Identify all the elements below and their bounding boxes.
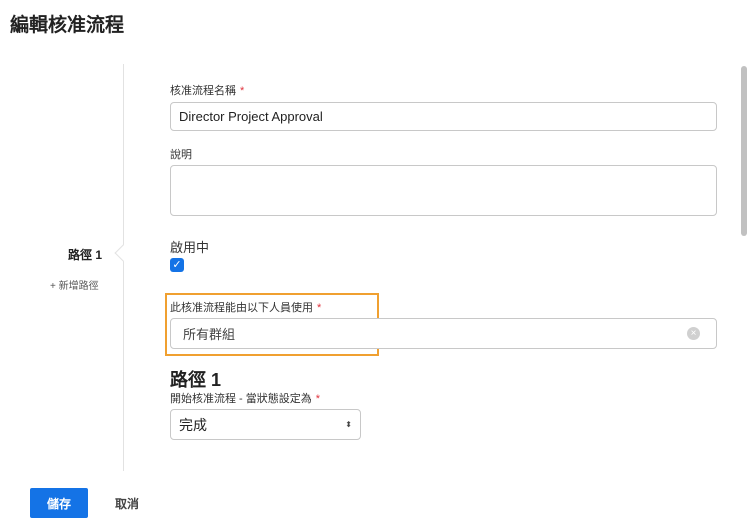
status-label-text: 開始核准流程 - 當狀態設定為 <box>170 393 312 405</box>
status-select[interactable]: 完成 ⬍ <box>170 409 361 440</box>
active-label: 啟用中 <box>170 240 210 255</box>
required-icon: * <box>317 302 322 314</box>
usable-by-value: 所有群組 <box>183 327 236 342</box>
checkmark-icon: ✓ <box>172 259 182 271</box>
usable-by-label: 此核准流程能由以下人員使用 * <box>170 299 321 315</box>
description-label: 說明 <box>170 149 192 161</box>
required-icon: * <box>240 85 245 97</box>
name-input[interactable]: Director Project Approval <box>170 102 717 131</box>
chevron-updown-icon: ⬍ <box>345 420 352 429</box>
scrollbar-thumb[interactable] <box>741 66 747 236</box>
divider <box>123 64 124 471</box>
save-button[interactable]: 儲存 <box>30 488 88 518</box>
description-textarea[interactable] <box>170 165 717 216</box>
active-path-pointer <box>114 244 132 262</box>
name-label: 核准流程名稱 * <box>170 82 244 98</box>
clear-icon[interactable]: × <box>687 327 700 340</box>
usable-by-label-text: 此核准流程能由以下人員使用 <box>170 302 313 314</box>
name-label-text: 核准流程名稱 <box>170 85 236 97</box>
status-value: 完成 <box>179 416 207 433</box>
active-checkbox[interactable]: ✓ <box>170 258 184 272</box>
usable-by-select[interactable]: 所有群組 <box>170 318 717 349</box>
cancel-button[interactable]: 取消 <box>115 495 139 512</box>
add-path-link[interactable]: + 新增路徑 <box>50 277 99 292</box>
required-icon: * <box>315 393 321 405</box>
status-label: 開始核准流程 - 當狀態設定為 * <box>170 390 320 406</box>
page-title: 編輯核准流程 <box>10 15 125 36</box>
path-heading: 路徑 1 <box>170 370 222 390</box>
scrollbar[interactable] <box>740 64 748 471</box>
sidebar-item-path-1[interactable]: 路徑 1 <box>68 246 102 263</box>
